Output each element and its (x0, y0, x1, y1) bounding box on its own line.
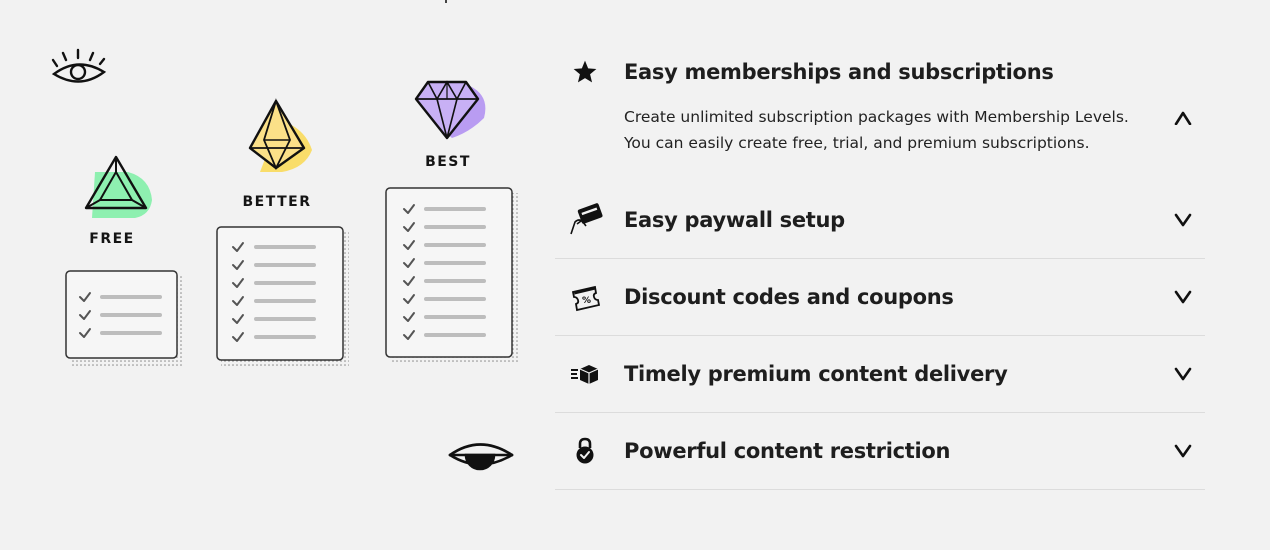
svg-text:%: % (582, 296, 591, 306)
chevron-down-icon[interactable] (1173, 287, 1193, 307)
star-icon (565, 52, 605, 92)
accordion-header-restriction[interactable]: Powerful content restriction (555, 413, 1205, 489)
accordion-description: Create unlimited subscription packages w… (624, 108, 1129, 152)
better-tier-card (216, 226, 349, 368)
lock-icon (565, 431, 605, 471)
tier-label-better: BETTER (242, 194, 312, 210)
free-tier-gem-icon (84, 155, 152, 218)
chevron-down-icon[interactable] (1173, 364, 1193, 384)
accordion-title: Powerful content restriction (624, 439, 951, 463)
accordion-item-paywall: Easy paywall setup (555, 182, 1205, 259)
accordion-header-delivery[interactable]: Timely premium content delivery (555, 336, 1205, 412)
chevron-up-icon[interactable] (1173, 108, 1193, 128)
chevron-down-icon[interactable] (1173, 210, 1193, 230)
pricing-tiers-illustration: FREE BETTER BEST (0, 0, 540, 550)
eye-half-closed-icon (448, 443, 514, 471)
tier-label-best: BEST (425, 154, 471, 170)
accordion-item-restriction: Powerful content restriction (555, 413, 1205, 490)
illustration-svg (51, 48, 518, 471)
tier-label-free: FREE (89, 231, 135, 247)
accordion-title: Easy memberships and subscriptions (624, 60, 1054, 84)
accordion-item-discounts: % Discount codes and coupons (555, 259, 1205, 336)
delivery-box-icon (565, 354, 605, 394)
best-tier-card (385, 187, 518, 363)
accordion-title: Easy paywall setup (624, 208, 845, 232)
accordion-item-delivery: Timely premium content delivery (555, 336, 1205, 413)
best-tier-gem-icon (414, 80, 486, 140)
accordion-title: Discount codes and coupons (624, 285, 954, 309)
accordion-header-paywall[interactable]: Easy paywall setup (555, 182, 1205, 258)
better-tier-gem-icon (248, 98, 312, 172)
free-tier-card (65, 270, 184, 366)
accordion-header-memberships[interactable]: Easy memberships and subscriptions (555, 40, 1205, 104)
coupon-icon: % (565, 277, 605, 317)
chevron-down-icon[interactable] (1173, 441, 1193, 461)
features-accordion: Easy memberships and subscriptions Creat… (555, 40, 1205, 490)
accordion-title: Timely premium content delivery (624, 362, 1008, 386)
credit-card-icon (565, 200, 605, 240)
accordion-item-memberships: Easy memberships and subscriptions Creat… (555, 40, 1205, 182)
accordion-header-discounts[interactable]: % Discount codes and coupons (555, 259, 1205, 335)
eye-open-icon (51, 48, 107, 83)
